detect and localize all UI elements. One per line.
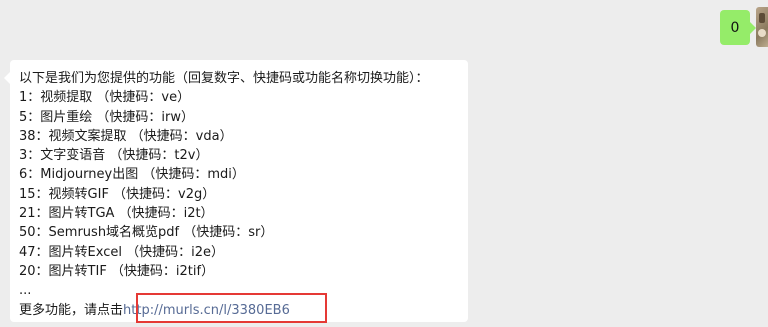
feature-item: 50：Semrush域名概览pdf （快捷码：sr）	[19, 225, 274, 241]
feature-item: 15：视频转GIF （快捷码：v2g）	[19, 186, 216, 202]
feature-item: 38：视频文案提取 （快捷码：vda）	[19, 128, 233, 144]
feature-item: 21：图片转TGA （快捷码：i2t）	[19, 206, 214, 222]
more-features-prefix: 更多功能，请点击	[19, 302, 124, 318]
chat-area: 0 以下是我们为您提供的功能（回复数字、快捷码或功能名称切换功能）： 1：视频提…	[0, 0, 768, 327]
more-features-link[interactable]: http://murls.cn/l/3380EB6	[123, 303, 290, 318]
ellipsis-text: ...	[19, 283, 32, 299]
feature-item: 1：视频提取 （快捷码：ve）	[19, 90, 191, 106]
feature-item: 5：图片重绘 （快捷码：irw）	[19, 109, 194, 125]
feature-item: 20：图片转TIF （快捷码：i2tif）	[19, 263, 215, 279]
feature-item: 3：文字变语音 （快捷码：t2v）	[19, 148, 209, 164]
more-features-line: 更多功能，请点击http://murls.cn/l/3380EB6	[19, 292, 468, 323]
sent-message-text: 0	[730, 19, 740, 36]
feature-item: 6：Midjourney出图 （快捷码：mdi）	[19, 167, 245, 183]
sent-message-bubble[interactable]: 0	[720, 10, 756, 45]
received-message-bubble[interactable]: 以下是我们为您提供的功能（回复数字、快捷码或功能名称切换功能）： 1：视频提取 …	[4, 60, 468, 323]
avatar[interactable]	[756, 7, 768, 47]
intro-text: 以下是我们为您提供的功能（回复数字、快捷码或功能名称切换功能）：	[19, 71, 429, 86]
feature-item: 47：图片转Excel （快捷码：i2e）	[19, 244, 224, 260]
